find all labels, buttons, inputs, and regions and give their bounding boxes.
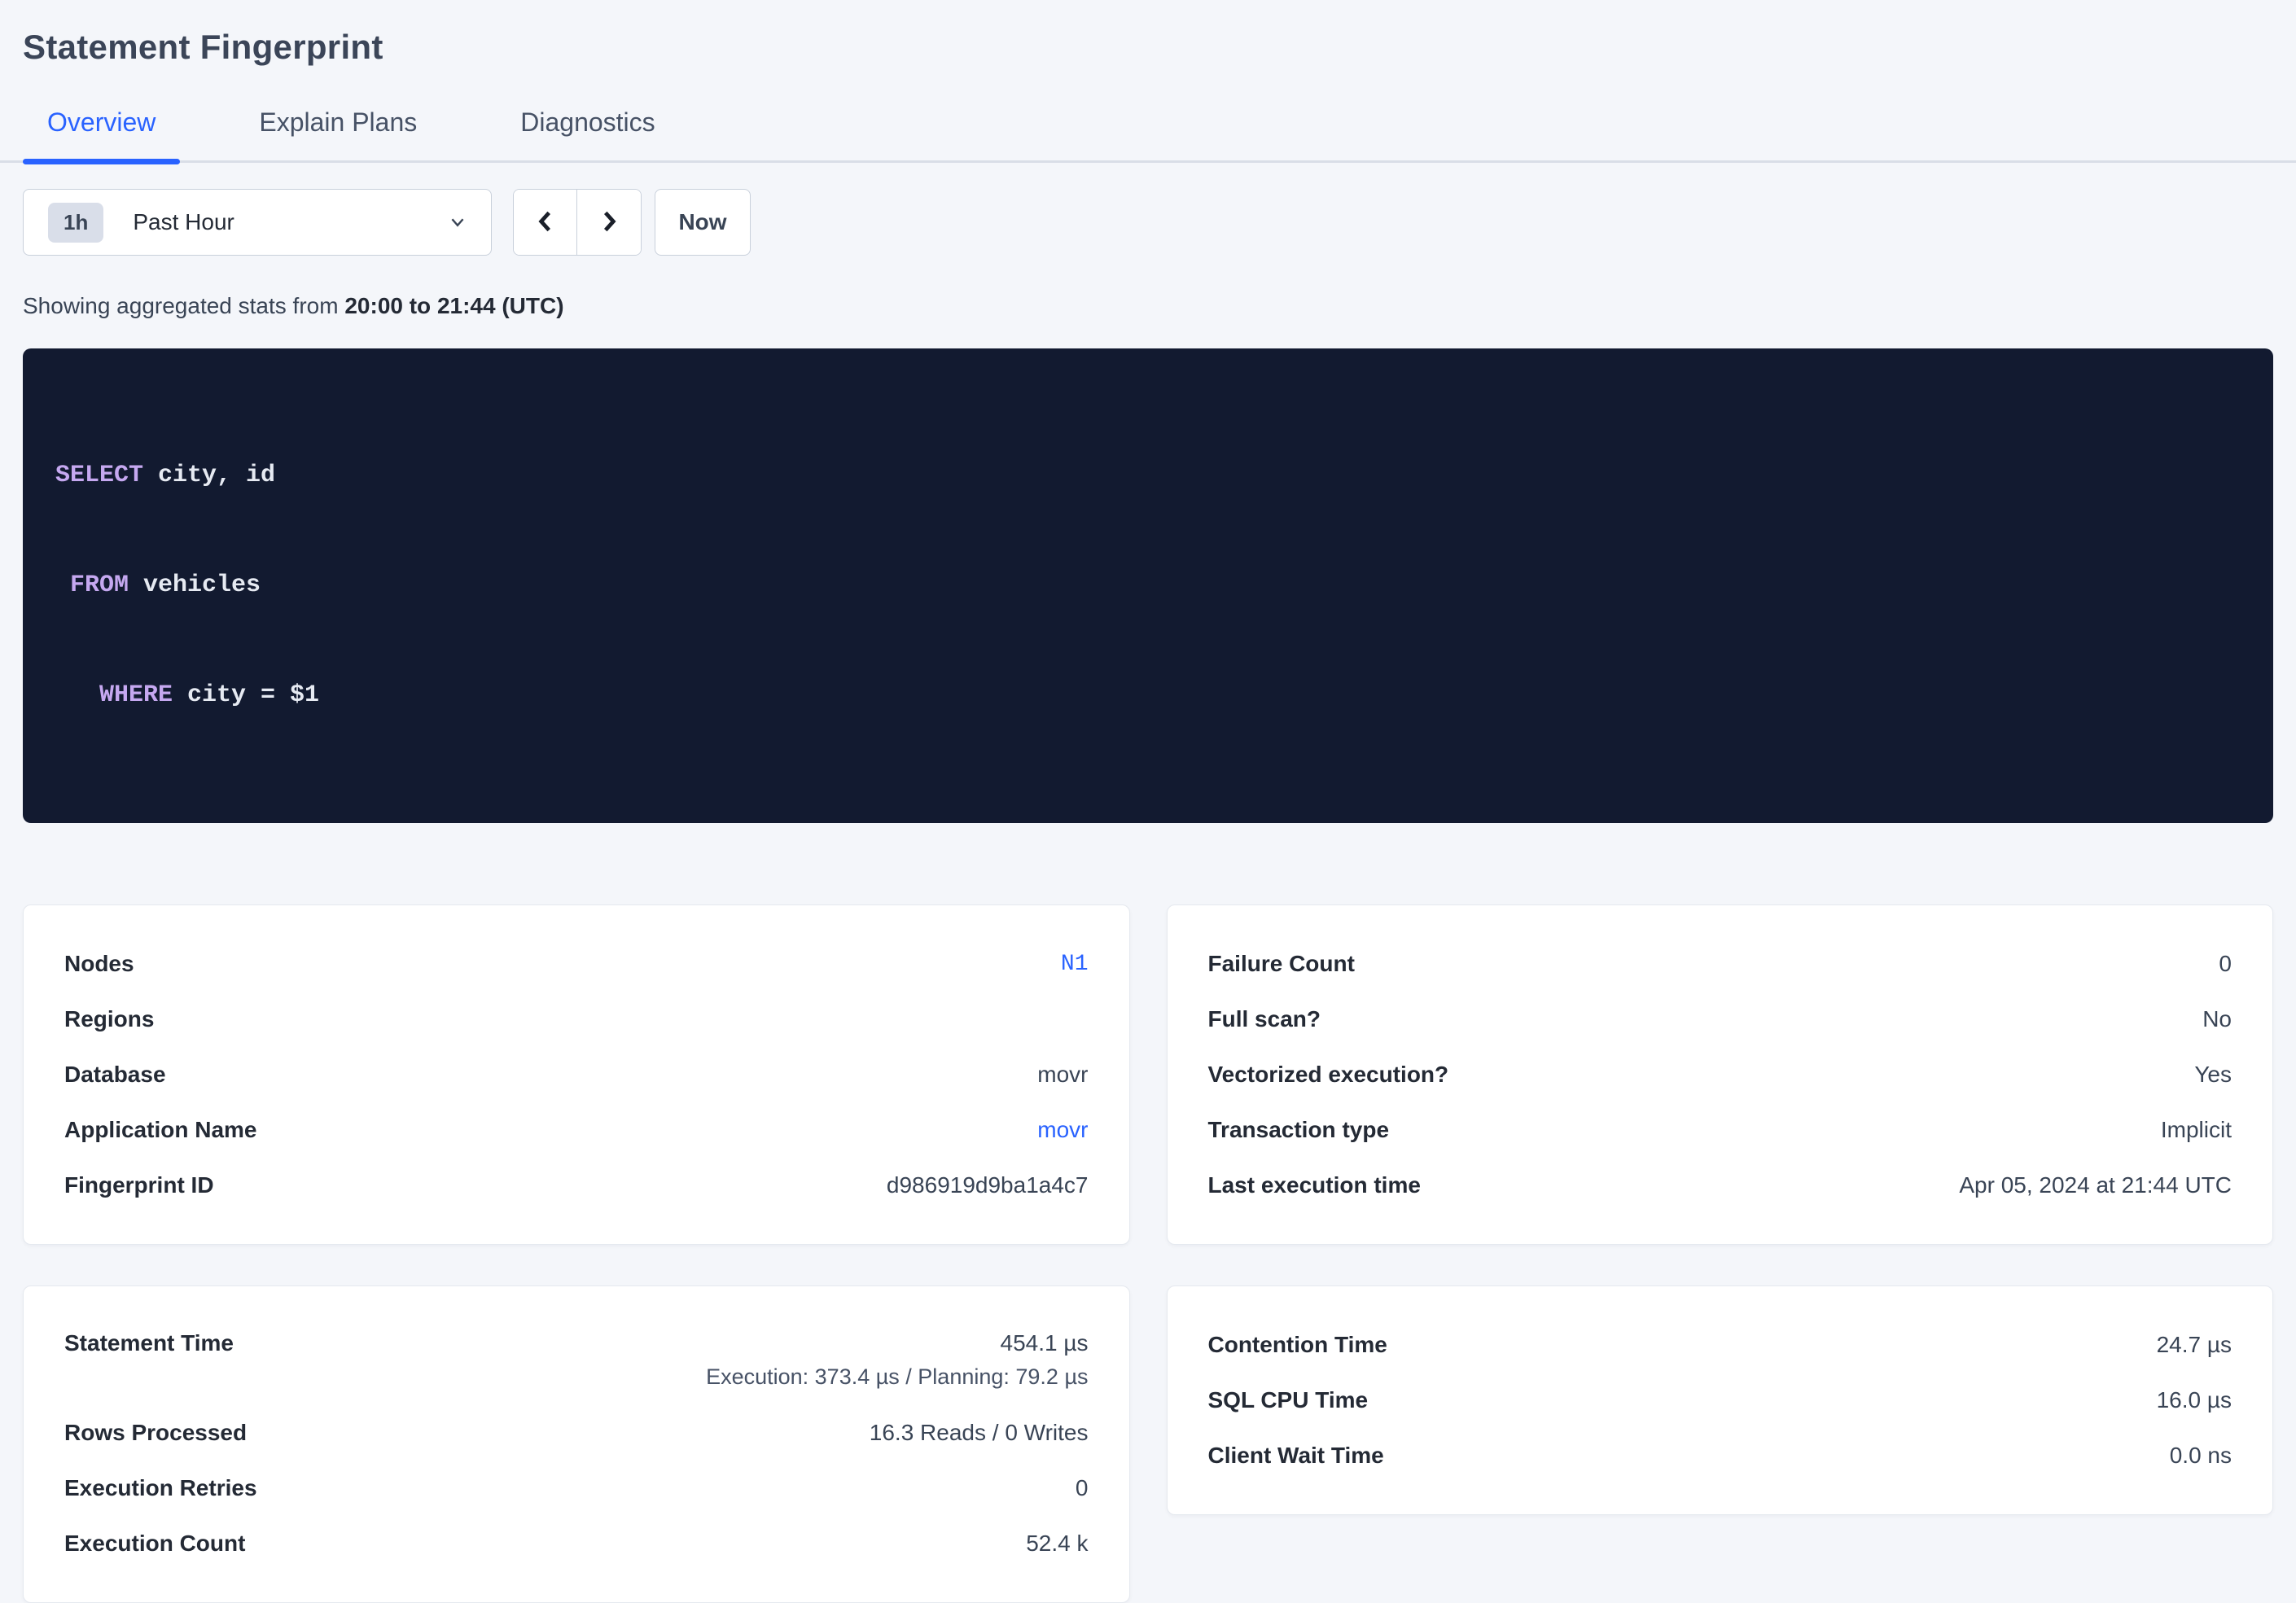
- aggregated-stats-caption: Showing aggregated stats from 20:00 to 2…: [23, 293, 2273, 319]
- table-row: Execution Count 52.4 k: [64, 1516, 1089, 1571]
- sql-line: FROM vehicles: [55, 567, 2241, 604]
- table-row: Client Wait Time 0.0 ns: [1208, 1428, 2232, 1483]
- sql-text: city = $1: [173, 681, 319, 709]
- row-label-last-execution-time: Last execution time: [1208, 1172, 1421, 1198]
- time-range-dropdown[interactable]: 1h Past Hour: [23, 189, 492, 256]
- nodes-link[interactable]: N1: [1061, 952, 1089, 977]
- stats-cards-row: Statement Time 454.1 µs Execution: 373.4…: [23, 1285, 2273, 1603]
- vectorized-execution-value: Yes: [2194, 1062, 2232, 1088]
- row-label-contention-time: Contention Time: [1208, 1332, 1387, 1358]
- row-label-statement-time: Statement Time: [64, 1330, 234, 1356]
- tab-explain-plans-label: Explain Plans: [259, 107, 417, 137]
- sql-indent: [55, 572, 70, 599]
- table-row: Last execution time Apr 05, 2024 at 21:4…: [1208, 1158, 2232, 1213]
- row-label-nodes: Nodes: [64, 951, 134, 977]
- statement-fingerprint-page: Statement Fingerprint Overview Explain P…: [0, 28, 2296, 1338]
- time-range-label: Past Hour: [133, 209, 234, 235]
- execution-retries-value: 0: [1076, 1475, 1089, 1501]
- tab-overview-label: Overview: [47, 107, 156, 137]
- next-interval-button[interactable]: [577, 190, 641, 255]
- execution-attributes-card: Failure Count 0 Full scan? No Vectorized…: [1167, 904, 2274, 1245]
- row-label-client-wait-time: Client Wait Time: [1208, 1443, 1384, 1469]
- table-row: Vectorized execution? Yes: [1208, 1047, 2232, 1102]
- tab-diagnostics[interactable]: Diagnostics: [496, 107, 679, 160]
- row-label-vectorized-execution: Vectorized execution?: [1208, 1062, 1449, 1088]
- time-range-badge: 1h: [48, 203, 103, 243]
- contention-time-value: 24.7 µs: [2157, 1332, 2232, 1358]
- table-row: Rows Processed 16.3 Reads / 0 Writes: [64, 1405, 1089, 1461]
- now-button[interactable]: Now: [655, 189, 751, 256]
- row-label-regions: Regions: [64, 1006, 154, 1032]
- tab-explain-plans[interactable]: Explain Plans: [234, 107, 441, 160]
- row-label-failure-count: Failure Count: [1208, 951, 1355, 977]
- client-wait-time-value: 0.0 ns: [2170, 1443, 2232, 1469]
- table-row: SQL CPU Time 16.0 µs: [1208, 1373, 2232, 1428]
- table-row: Transaction type Implicit: [1208, 1102, 2232, 1158]
- row-label-application-name: Application Name: [64, 1117, 256, 1143]
- database-value: movr: [1037, 1062, 1088, 1088]
- row-label-rows-processed: Rows Processed: [64, 1420, 247, 1446]
- full-scan-value: No: [2202, 1006, 2232, 1032]
- last-execution-time-value: Apr 05, 2024 at 21:44 UTC: [1959, 1172, 2232, 1198]
- rows-processed-value: 16.3 Reads / 0 Writes: [870, 1420, 1089, 1446]
- execution-count-value: 52.4 k: [1026, 1531, 1088, 1557]
- transaction-type-value: Implicit: [2161, 1117, 2232, 1143]
- previous-interval-button[interactable]: [514, 190, 577, 255]
- tab-diagnostics-label: Diagnostics: [520, 107, 655, 137]
- table-row: Database movr: [64, 1047, 1089, 1102]
- sql-line: WHERE city = $1: [55, 677, 2241, 714]
- chevron-down-icon: [445, 210, 470, 234]
- row-label-full-scan: Full scan?: [1208, 1006, 1321, 1032]
- sql-indent: [55, 681, 99, 709]
- table-row: Regions: [64, 992, 1089, 1047]
- caption-time-range: 20:00 to 21:44 (UTC): [344, 293, 563, 318]
- row-label-execution-count: Execution Count: [64, 1531, 245, 1557]
- table-row: Fingerprint ID d986919d9ba1a4c7: [64, 1158, 1089, 1213]
- sql-line: SELECT city, id: [55, 458, 2241, 494]
- chevron-left-icon: [532, 208, 559, 238]
- table-row: Application Name movr: [64, 1102, 1089, 1158]
- details-cards-row: Nodes N1 Regions Database movr Applicati…: [23, 904, 2273, 1245]
- table-row: Failure Count 0: [1208, 936, 2232, 992]
- sql-keyword: SELECT: [55, 462, 143, 489]
- tab-overview[interactable]: Overview: [23, 107, 180, 160]
- sql-keyword: WHERE: [99, 681, 173, 709]
- sql-statement-box: SELECT city, id FROM vehicles WHERE city…: [23, 348, 2273, 823]
- row-label-execution-retries: Execution Retries: [64, 1475, 257, 1501]
- page-title: Statement Fingerprint: [23, 28, 2273, 67]
- statement-time-breakdown: Execution: 373.4 µs / Planning: 79.2 µs: [706, 1364, 1088, 1390]
- chevron-right-icon: [595, 208, 623, 238]
- fingerprint-id-value: d986919d9ba1a4c7: [887, 1172, 1089, 1198]
- table-row: Contention Time 24.7 µs: [1208, 1317, 2232, 1373]
- sql-keyword: FROM: [70, 572, 129, 599]
- failure-count-value: 0: [2219, 951, 2232, 977]
- statement-time-value: 454.1 µs: [1001, 1330, 1089, 1356]
- time-controls: 1h Past Hour: [23, 189, 2273, 256]
- sql-text: city, id: [143, 462, 275, 489]
- row-label-database: Database: [64, 1062, 166, 1088]
- row-label-transaction-type: Transaction type: [1208, 1117, 1390, 1143]
- statement-stats-card: Statement Time 454.1 µs Execution: 373.4…: [23, 1285, 1130, 1603]
- time-nav-button-group: [513, 189, 642, 256]
- row-label-sql-cpu-time: SQL CPU Time: [1208, 1387, 1369, 1413]
- wait-time-stats-card: Contention Time 24.7 µs SQL CPU Time 16.…: [1167, 1285, 2274, 1515]
- caption-prefix: Showing aggregated stats from: [23, 293, 344, 318]
- tab-bar: Overview Explain Plans Diagnostics: [0, 107, 2296, 163]
- sql-cpu-time-value: 16.0 µs: [2157, 1387, 2232, 1413]
- table-row: Statement Time 454.1 µs Execution: 373.4…: [64, 1317, 1089, 1405]
- statement-time-values: 454.1 µs Execution: 373.4 µs / Planning:…: [706, 1330, 1088, 1390]
- statement-details-card: Nodes N1 Regions Database movr Applicati…: [23, 904, 1130, 1245]
- row-label-fingerprint-id: Fingerprint ID: [64, 1172, 214, 1198]
- application-name-link[interactable]: movr: [1037, 1117, 1088, 1143]
- sql-text: vehicles: [129, 572, 261, 599]
- table-row: Execution Retries 0: [64, 1461, 1089, 1516]
- table-row: Full scan? No: [1208, 992, 2232, 1047]
- table-row: Nodes N1: [64, 936, 1089, 992]
